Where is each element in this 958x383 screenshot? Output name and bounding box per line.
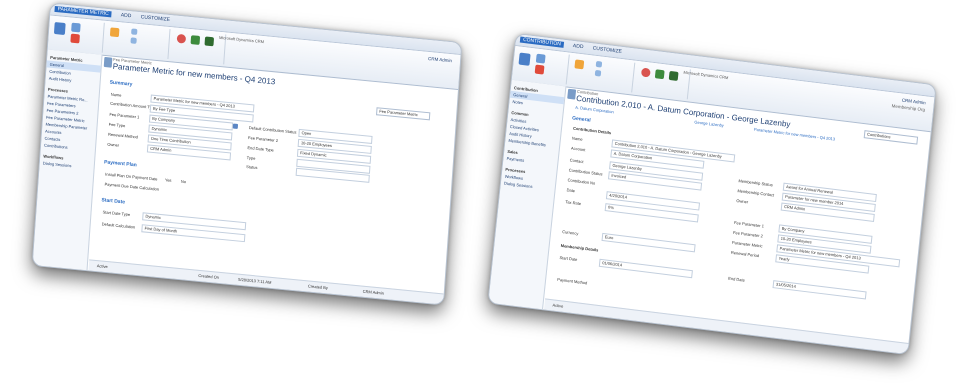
- ribbon-group-collaborate: [105, 23, 171, 60]
- save-new-icon[interactable]: [535, 53, 546, 64]
- form-footer: Active Created On 5/28/2013 7:11 AM Crea…: [88, 259, 444, 305]
- assign-icon[interactable]: [595, 60, 603, 68]
- form-selector[interactable]: Contributions: [863, 130, 919, 145]
- contribution-screenshot: CONTRIBUTION ADD CUSTOMIZE Microsoft Dyn…: [487, 32, 937, 356]
- ribbon-group-process: [171, 29, 227, 65]
- ribbon-tab-customize[interactable]: CUSTOMIZE: [140, 14, 170, 23]
- start-date-field[interactable]: 01/06/2014: [598, 258, 693, 279]
- lookup-icon[interactable]: [232, 123, 239, 130]
- end-date-label: End Date: [728, 275, 746, 283]
- membership-details-heading: Membership Details: [560, 242, 599, 253]
- section-general: General: [571, 115, 591, 124]
- fee-param1-label: Fee Parameter 1: [109, 111, 140, 120]
- ribbon-tab-add[interactable]: ADD: [573, 43, 584, 50]
- header-metric[interactable]: Parameter Metric for new members - Q4 20…: [754, 127, 836, 142]
- date-label: Date: [566, 187, 576, 194]
- period-label: Renewal Period: [730, 249, 760, 259]
- owner-label: Owner: [107, 141, 120, 148]
- report-icon[interactable]: [668, 70, 679, 81]
- section-payment: Payment Plan: [103, 159, 137, 169]
- form-footer: Active: [544, 298, 909, 354]
- delete-icon[interactable]: [70, 33, 80, 44]
- start-date-label: Start Date: [559, 254, 578, 263]
- save-close-icon[interactable]: [518, 52, 531, 66]
- footer-created-label: Created On: [198, 272, 220, 280]
- footer-created-by-label: Created By: [307, 283, 329, 291]
- assign-icon[interactable]: [131, 28, 138, 35]
- footer-created-date: 5/28/2013 7:11 AM: [238, 276, 272, 285]
- payment-due-label: Payment Due Date Calculation: [104, 181, 160, 192]
- ribbon-group-collaborate: [569, 55, 636, 93]
- membership-status-label: Membership Status: [738, 178, 774, 188]
- payment-method-label: Payment Method: [556, 276, 588, 286]
- email-link-icon[interactable]: [130, 37, 137, 44]
- user-name[interactable]: CRM Admin: [428, 56, 452, 63]
- ribbon-tab-customize[interactable]: CUSTOMIZE: [592, 45, 622, 55]
- fee-type-label: Fee Type: [108, 121, 126, 129]
- ribbon-tab-add[interactable]: ADD: [121, 12, 132, 19]
- default-contrib-label: Default Contribution Status: [248, 125, 297, 135]
- share-icon[interactable]: [109, 27, 120, 38]
- type-label: Type: [246, 154, 256, 161]
- ribbon-tab-entity[interactable]: PARAMETER METRIC: [54, 5, 112, 18]
- section-start-date: Start Date: [101, 197, 126, 206]
- status-label: Status: [245, 163, 258, 171]
- account-label: Account: [570, 145, 586, 153]
- ribbon-group-save: [514, 48, 570, 85]
- dialog-icon[interactable]: [654, 69, 665, 80]
- name-label: Name: [110, 91, 122, 98]
- save-new-icon[interactable]: [71, 22, 81, 33]
- no-radio[interactable]: No: [181, 179, 186, 184]
- contrib-details-heading: Contribution Details: [572, 125, 612, 136]
- contrib-no-label: Contribution No: [567, 177, 596, 186]
- install-plan-label: Install Plan On Payment Date: [105, 171, 158, 182]
- form-area: Fee Parameter Metric Parameter Metric fo…: [88, 55, 459, 305]
- ribbon-group-process: [635, 63, 691, 100]
- start-type-label: Start Date Type: [102, 209, 131, 218]
- parameter-metric-screenshot: PARAMETER METRIC ADD CUSTOMIZE Microsoft…: [31, 2, 463, 306]
- crm-title: Microsoft Dynamics CRM: [683, 69, 729, 81]
- currency-label: Currency: [561, 229, 579, 236]
- owner-label: Owner: [736, 198, 749, 205]
- end-date-type-label: End Date Type: [247, 145, 274, 153]
- workflow-icon[interactable]: [176, 33, 187, 44]
- metric-label: Parameter Metric: [731, 239, 763, 249]
- currency-field[interactable]: Euro: [601, 232, 696, 253]
- fee-param1-label: Fee Parameter 1: [733, 219, 765, 229]
- ribbon-tab-entity[interactable]: CONTRIBUTION: [519, 36, 565, 48]
- membership-contact-label: Membership Contact: [737, 188, 775, 198]
- end-date-field[interactable]: 31/05/2014: [772, 280, 867, 300]
- contact-label: Contact: [569, 157, 584, 165]
- default-calc-label: Default Calculation: [101, 221, 136, 230]
- dialog-icon[interactable]: [190, 35, 201, 45]
- yes-radio[interactable]: Yes: [165, 177, 172, 183]
- fee-param2-label: Fee Parameter 2: [732, 229, 764, 239]
- report-icon[interactable]: [204, 36, 215, 47]
- save-close-icon[interactable]: [53, 22, 66, 36]
- section-summary: Summary: [109, 79, 133, 88]
- ribbon-group-save: [49, 17, 105, 53]
- form-selector[interactable]: Fee Parameter Metric: [376, 107, 431, 121]
- share-icon[interactable]: [574, 59, 585, 70]
- form-area: Contribution Contribution 2,010 - A. Dat…: [544, 87, 931, 354]
- workflow-icon[interactable]: [640, 67, 651, 78]
- email-link-icon[interactable]: [594, 69, 602, 77]
- footer-status: Active: [96, 263, 108, 270]
- delete-icon[interactable]: [534, 64, 545, 75]
- entity-icon: [567, 88, 577, 100]
- status-label: Contribution Status: [568, 167, 603, 177]
- renewal-label: Renewal Method: [107, 131, 139, 140]
- header-contact[interactable]: George Lazenby: [694, 119, 724, 128]
- name-label: Name: [571, 135, 583, 142]
- footer-status: Active: [552, 302, 564, 309]
- fee-param2-label: Fee Parameter 2: [247, 135, 279, 143]
- tax-label: Tax Rate: [565, 199, 582, 207]
- entity-icon: [103, 56, 113, 68]
- footer-user[interactable]: CRM Admin: [362, 287, 385, 299]
